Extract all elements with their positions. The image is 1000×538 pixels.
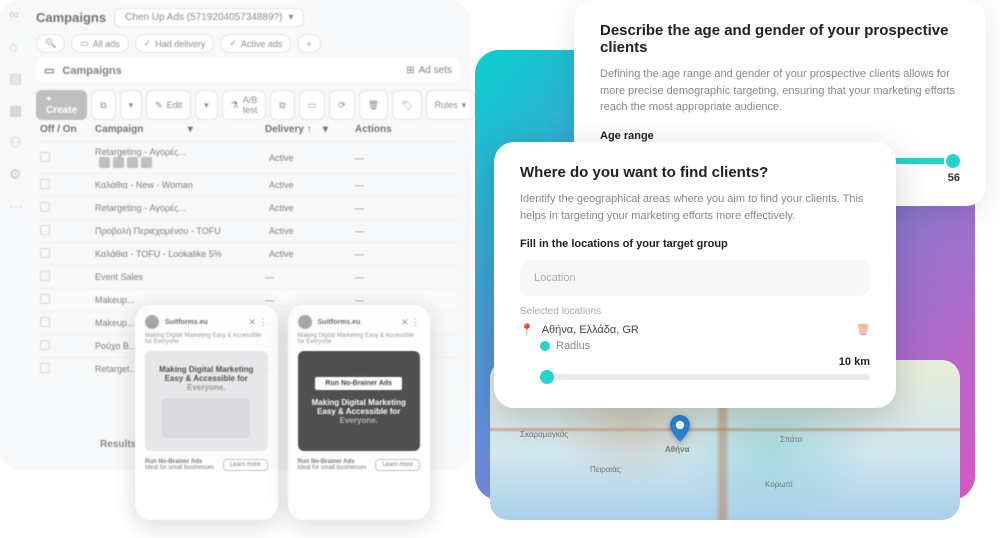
location-label: Fill in the locations of your target gro… (520, 238, 870, 250)
meta-logo-icon: ∞ (9, 6, 27, 24)
avatar-icon (145, 315, 159, 329)
selected-locations-label: Selected locations (520, 306, 870, 317)
page-title: Campaigns (36, 10, 106, 25)
learn-more-button[interactable]: Learn more (375, 459, 420, 471)
grid-icon[interactable]: ▦ (9, 102, 27, 120)
radius-dot-icon (540, 341, 550, 351)
table-row[interactable]: Retargeting - Αγορές...Active— (36, 141, 460, 173)
table-row[interactable]: Event Sales—— (36, 265, 460, 288)
col-actions[interactable]: Actions (355, 124, 415, 135)
settings-icon[interactable]: ⚙ (9, 166, 27, 184)
ad-creative: Making Digital Marketing Easy & Accessib… (145, 351, 268, 451)
tab-campaigns[interactable]: ▭ Campaigns (44, 64, 122, 77)
table-row[interactable]: Προβολή Περιεχομένου - TOFUActive— (36, 219, 460, 242)
results-label: Results (100, 439, 136, 450)
location-input[interactable]: Location (520, 260, 870, 296)
location-card: Where do you want to find clients? Ident… (494, 142, 896, 408)
pin-icon: 📍 (520, 323, 534, 336)
more-icon[interactable]: ⋯ (9, 198, 27, 216)
rules-button[interactable]: Rules ▾ (426, 90, 476, 120)
map-pin-icon[interactable] (670, 415, 690, 443)
radius-value: 10 km (540, 356, 870, 368)
duplicate-button[interactable]: ⧉ (91, 90, 115, 120)
people-icon[interactable]: ⚇ (9, 134, 27, 152)
age-max: 56 (948, 172, 960, 184)
filter-all-ads[interactable]: ▭ All ads (71, 34, 129, 53)
card-title: Where do you want to find clients? (520, 164, 870, 181)
table-row[interactable]: Retargeting - Αγορές...Active— (36, 196, 460, 219)
chevron-down-icon: ▾ (288, 12, 293, 23)
age-range-label: Age range (600, 130, 960, 142)
card-description: Identify the geographical areas where yo… (520, 191, 870, 224)
table-row[interactable]: Καλάθια - New - WomanActive— (36, 173, 460, 196)
search-button[interactable]: 🔍 (36, 34, 65, 53)
add-filter-button[interactable]: + (297, 34, 320, 53)
chart-icon[interactable]: ▤ (9, 70, 27, 88)
edit-button[interactable]: ✎ Edit (146, 90, 191, 120)
learn-more-button[interactable]: Learn more (223, 459, 268, 471)
col-campaign[interactable]: Campaign ▾ (95, 124, 265, 135)
table-row[interactable]: Καλάθια - TOFU - Lookalike 5%Active— (36, 242, 460, 265)
ab-test-button[interactable]: ⚗ A/B test (222, 90, 267, 120)
slider-thumb-max[interactable] (946, 154, 960, 168)
card-description: Defining the age range and gender of you… (600, 66, 960, 116)
slider-thumb[interactable] (540, 370, 554, 384)
filter-had-delivery[interactable]: ✓ Had delivery (135, 34, 215, 53)
ad-preview-cards: Suitforms.eu✕ ⋮ Making Digital Marketing… (135, 305, 430, 520)
ad-card: Suitforms.eu✕ ⋮ Making Digital Marketing… (135, 305, 278, 520)
create-button[interactable]: + Create (36, 90, 87, 120)
tab-adsets[interactable]: ⊞ Ad sets (406, 65, 452, 76)
tabs-bar: ▭ Campaigns ⊞ Ad sets (36, 58, 460, 83)
card-title: Describe the age and gender of your pros… (600, 22, 960, 56)
trash-icon[interactable]: 🗑 (856, 323, 870, 336)
col-delivery[interactable]: Delivery ↑ ▾ (265, 124, 355, 135)
col-off[interactable]: Off / On (40, 124, 95, 135)
selected-location: Αθήνα, Ελλάδα, GR (542, 324, 639, 336)
left-rail: ∞ ⌂ ▤ ▦ ⚇ ⚙ ⋯ (4, 6, 32, 216)
home-icon[interactable]: ⌂ (9, 38, 27, 56)
close-icon[interactable]: ✕ ⋮ (401, 317, 420, 328)
selected-location-row: 📍 Αθήνα, Ελλάδα, GR 🗑 (520, 323, 870, 336)
radius-label: Radius (556, 340, 590, 352)
ad-card: Suitforms.eu✕ ⋮ Making Digital Marketing… (288, 305, 431, 520)
avatar-icon (298, 315, 312, 329)
radius-slider[interactable] (540, 374, 870, 380)
close-icon[interactable]: ✕ ⋮ (248, 317, 267, 328)
ad-creative: Run No-Brainer Ads Making Digital Market… (298, 351, 421, 451)
account-selector[interactable]: Chen Up Ads (571920405734889?)▾ (114, 8, 304, 27)
filter-active-ads[interactable]: ✓ Active ads (220, 34, 291, 53)
